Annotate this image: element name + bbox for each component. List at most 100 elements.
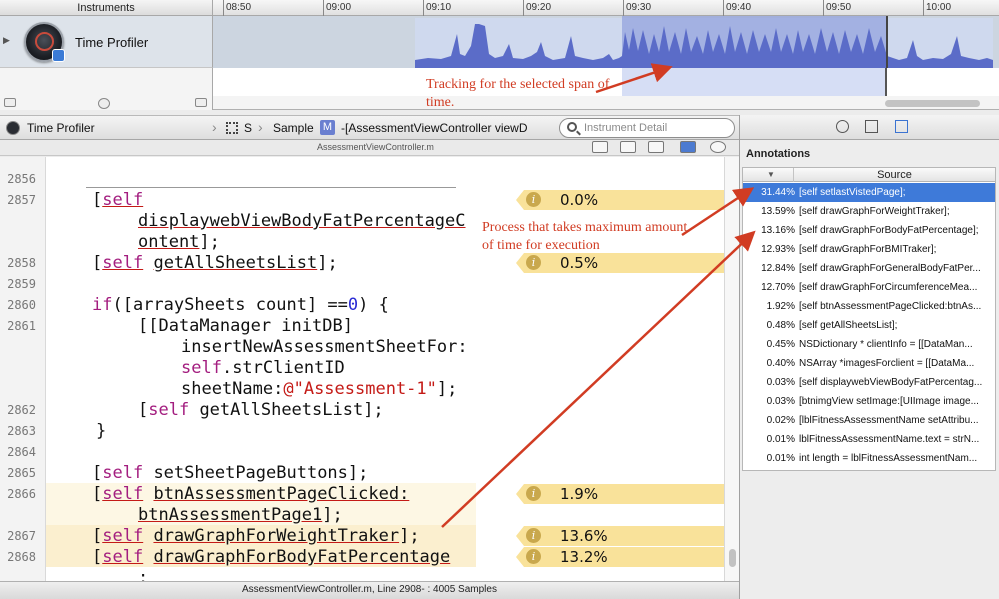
annotation-row[interactable]: 13.59% [self drawGraphForWeightTraker]; [743,202,995,221]
callout-tracking-line1: Tracking for the selected span of [426,77,610,92]
instruments-window: Instruments 08:50 09:00 09:10 09:20 09:3… [0,0,999,599]
annotation-bubble[interactable]: i 1.9% [516,484,724,504]
code-line: [self [92,190,144,210]
time-tick: 09:10 [423,0,451,16]
jump-bar-time-profiler[interactable]: Time Profiler [27,121,95,135]
annotation-row[interactable]: 0.03% [self displaywebViewBodyFatPercenta… [743,373,995,392]
jump-bar-segment[interactable]: S [244,121,252,135]
code-line: [self setSheetPageButtons]; [92,463,369,483]
file-label-row: AssessmentViewController.m [0,140,739,156]
line-number-gutter: 2856 2857 2858 2859 2860 2861 2862 2863 … [0,157,46,581]
split-view-icon[interactable] [620,141,636,153]
line-number: 2862 [7,403,36,417]
callout-process-line2: of time for execution [482,238,600,253]
annotation-percent: 1.9% [560,485,599,503]
annotations-table[interactable]: ▼ Source 31.44% [self setlastVistedPage];… [742,167,996,471]
code-line: : [138,568,149,581]
cpu-track[interactable] [213,16,999,68]
annotation-row[interactable]: 0.03% [btnimgView setImage:[UIImage image… [743,392,995,411]
divider [86,187,456,188]
inspector-toolbar [740,115,999,140]
cpu-usage-graph [415,16,993,68]
selected-time-span[interactable] [622,68,887,96]
instrument-name: Time Profiler [75,35,149,50]
windows-icon[interactable] [648,141,664,153]
xcode-icon[interactable] [680,141,696,153]
disclosure-triangle-icon[interactable]: ▶ [3,35,10,46]
annotation-bubble[interactable]: i 13.2% [516,547,724,567]
line-number: 2867 [7,529,36,543]
line-number: 2861 [7,319,36,333]
line-number: 2857 [7,193,36,207]
inspector-panel: Annotations ▼ Source 31.44% [self setlast… [739,115,999,599]
annotations-header: ▼ Source [743,168,995,182]
file-name: AssessmentViewController.m [317,142,434,152]
extended-detail-icon[interactable] [895,120,908,133]
info-icon: i [526,255,541,270]
jump-bar-method[interactable]: -[AssessmentViewController viewD [341,121,528,135]
instrument-row[interactable]: ▶ Time Profiler [0,16,213,68]
annotation-row[interactable]: 0.01% int length = lblFitnessAssessmentNa… [743,449,995,468]
annotation-row[interactable]: 12.84% [self drawGraphForGeneralBodyFatPe… [743,259,995,278]
gear-icon[interactable] [710,141,726,153]
annotation-row[interactable]: 0.40% NSArray *imagesForclient = [[DataMa… [743,354,995,373]
jump-bar-sample[interactable]: Sample [273,121,314,135]
search-icon [567,122,577,132]
annotation-row[interactable]: 31.44% [self setlastVistedPage]; [743,183,995,202]
annotation-row[interactable]: 0.45% NSDictionary * clientInfo = [[DataM… [743,335,995,354]
chevron-right-icon: › [212,119,217,135]
info-icon: i [526,192,541,207]
time-tick: 09:50 [823,0,851,16]
record-settings-icon[interactable] [836,120,849,133]
annotation-row[interactable]: 1.92% [self btnAssessmentPageClicked:btnA… [743,297,995,316]
info-icon: i [526,549,541,564]
code-line: [self btnAssessmentPageClicked: [92,484,410,504]
annotation-row[interactable]: 0.01% lblFitnessAssessmentName.text = str… [743,430,995,449]
annotation-row[interactable]: 12.70% [self drawGraphForCircumferenceMea… [743,278,995,297]
window-icon[interactable] [195,98,207,107]
related-files-icon[interactable] [592,141,608,153]
timeline-scrollbar[interactable] [213,96,999,110]
code-line: [[DataManager initDB] [138,316,353,336]
record-settings-icon[interactable] [98,98,110,109]
line-number: 2868 [7,550,36,564]
status-bar: AssessmentViewController.m, Line 2908- :… [0,581,739,599]
grid-icon [226,122,238,134]
callout-tracking-line2: time. [426,95,455,110]
line-number: 2866 [7,487,36,501]
annotation-row[interactable]: 0.48% [self getAllSheetsList]; [743,316,995,335]
code-line: if([arraySheets count] ==0) { [92,295,389,315]
annotation-row[interactable]: 0.02% [lblFitnessAssessmentName setAttrib… [743,411,995,430]
time-ruler[interactable]: 08:50 09:00 09:10 09:20 09:30 09:40 09:5… [213,0,999,16]
annotation-row[interactable]: 13.16% [self drawGraphForBodyFatPercentag… [743,221,995,240]
info-icon: i [526,486,541,501]
editor-scrollbar[interactable] [724,157,739,581]
config-icon[interactable] [4,98,16,107]
annotation-bubble[interactable]: i 13.6% [516,526,724,546]
instruments-header: Instruments [0,0,213,16]
line-number: 2856 [7,172,36,186]
code-line: sheetName:@"Assessment-1"]; [181,379,458,399]
display-settings-icon[interactable] [865,120,878,133]
instrument-detail-search[interactable]: Instrument Detail [559,118,735,138]
code-line: } [96,421,107,441]
code-line: [self getAllSheetsList]; [92,253,338,273]
method-badge-icon: M [320,120,335,135]
source-column-header[interactable]: Source [793,168,995,182]
annotation-bubble[interactable]: i 0.0% [516,190,724,210]
scroll-thumb[interactable] [729,549,736,567]
callout-process-line1: Process that takes maximum amount [482,220,688,235]
annotation-percent: 0.5% [560,254,599,272]
line-number: 2860 [7,298,36,312]
scroll-thumb[interactable] [885,100,980,107]
time-profiler-icon [24,22,65,62]
sort-arrow-icon[interactable]: ▼ [767,170,775,179]
annotation-percent: 13.2% [560,548,608,566]
time-tick: 09:00 [323,0,351,16]
code-line: [self getAllSheetsList]; [138,400,384,420]
annotation-row[interactable]: 12.93% [self drawGraphForBMITraker]; [743,240,995,259]
code-line: ontent]; [138,232,220,252]
time-tick: 09:30 [623,0,651,16]
annotation-bubble[interactable]: i 0.5% [516,253,724,273]
code-line: [self drawGraphForBodyFatPercentage [92,547,451,567]
